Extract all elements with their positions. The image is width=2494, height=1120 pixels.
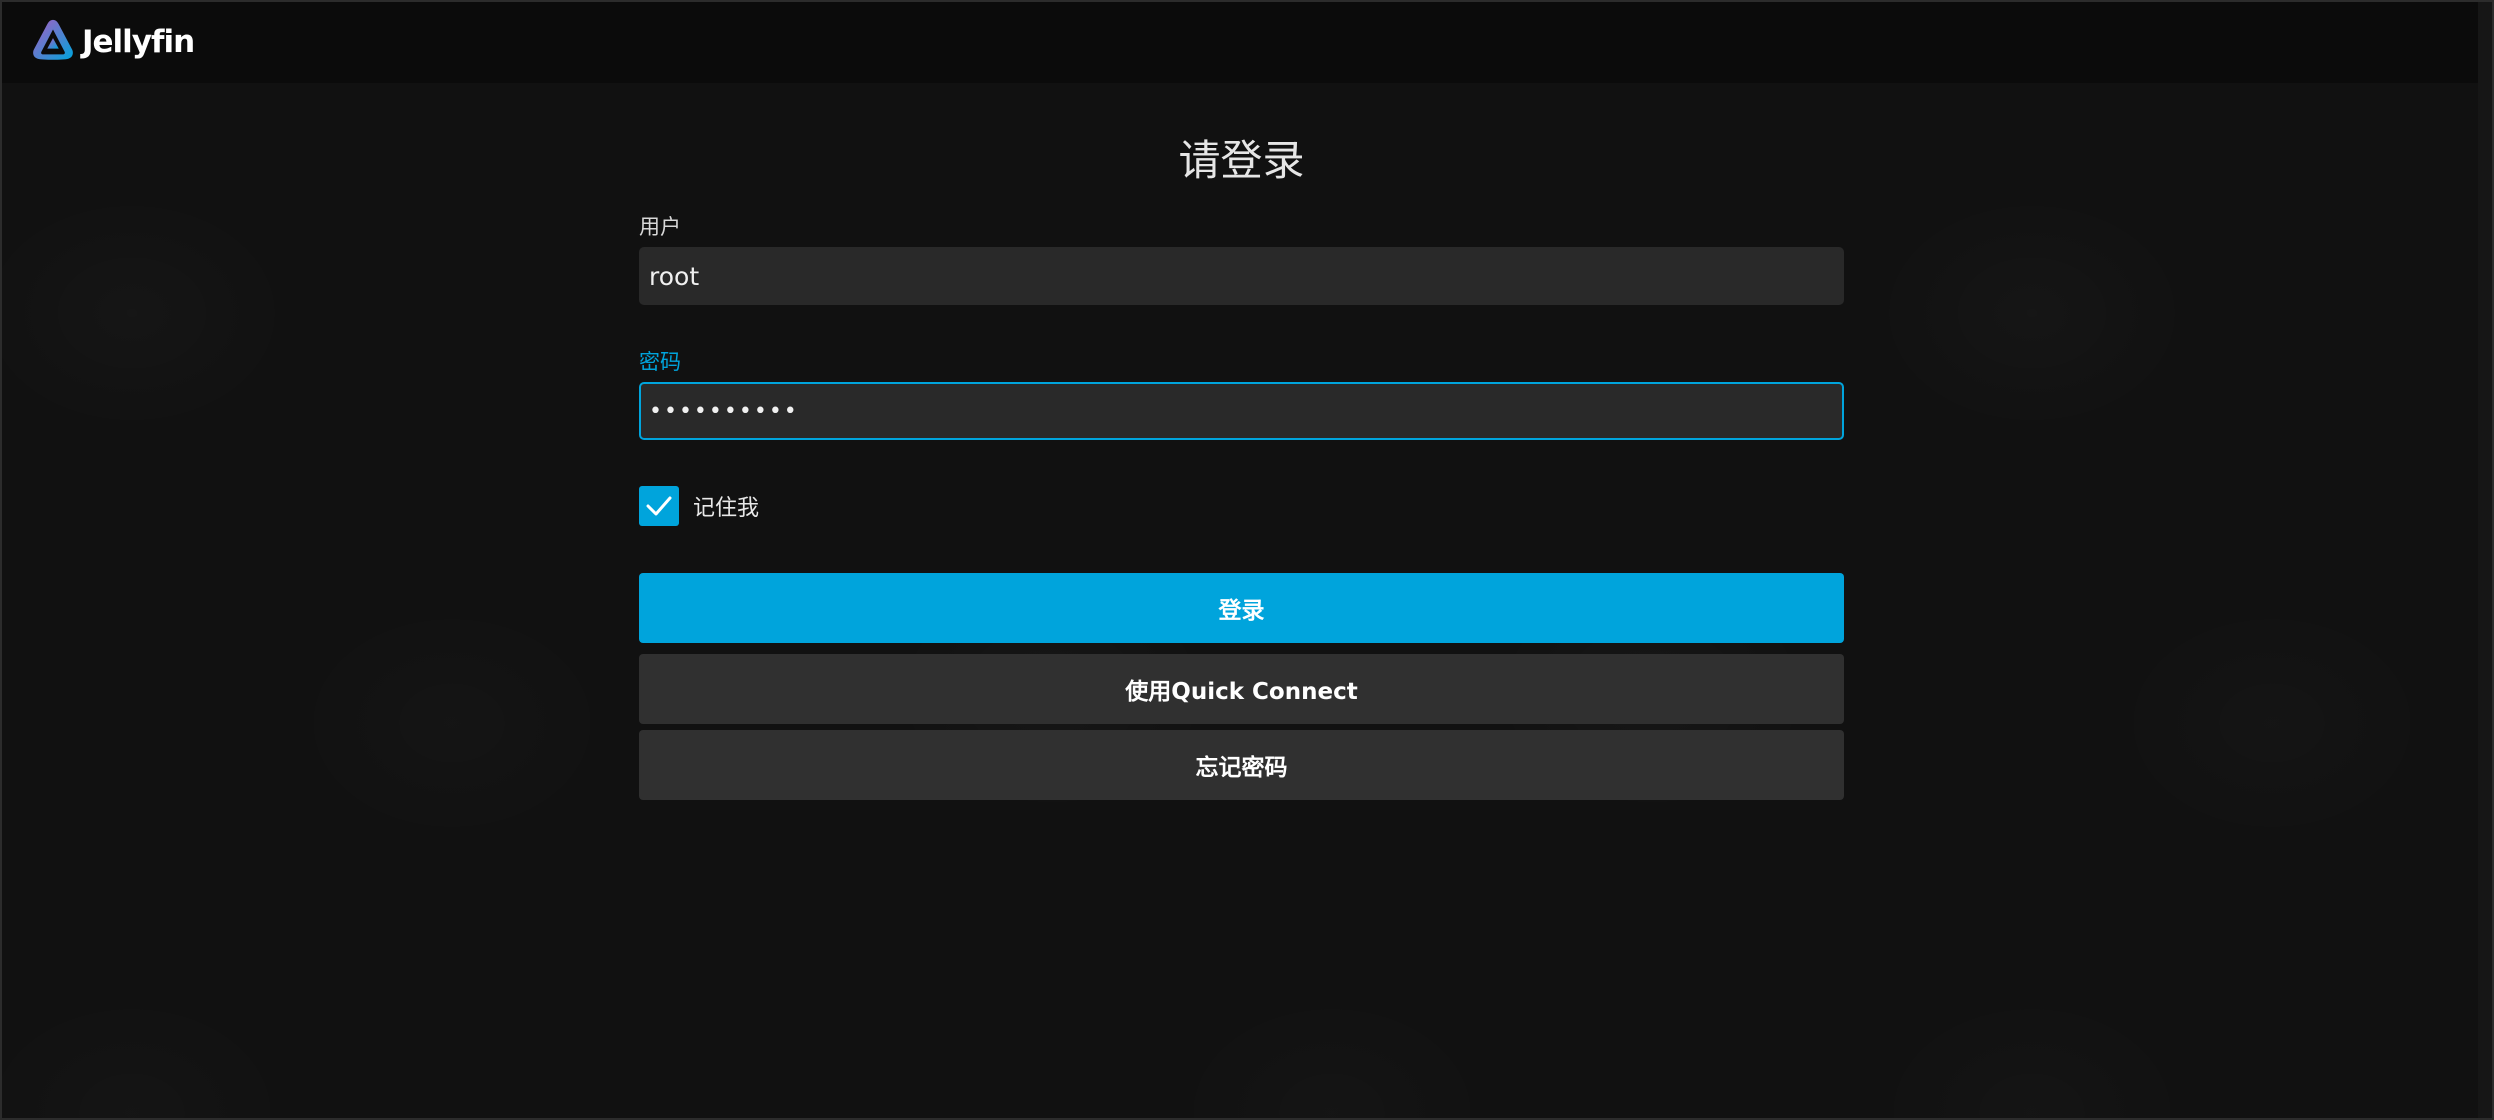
remember-me-label: 记住我	[693, 496, 760, 521]
username-value: root	[649, 261, 700, 291]
jellyfin-logo-icon	[30, 17, 76, 67]
sign-in-button[interactable]: 登录	[639, 573, 1844, 643]
quick-connect-button[interactable]: 使用Quick Connect	[639, 654, 1844, 724]
brand-name: Jellyfin	[82, 24, 195, 60]
app-header: Jellyfin	[2, 2, 2492, 83]
password-field[interactable]: ••••••••••	[639, 382, 1844, 440]
page-title: 请登录	[1178, 136, 1305, 185]
home-logo[interactable]: Jellyfin	[30, 17, 195, 67]
browser-window: Jellyfin 请登录 用户 root 密码 •••••••••• 记住我 登…	[0, 0, 2494, 1120]
username-label: 用户	[639, 215, 681, 239]
checkmark-icon	[646, 496, 672, 516]
forgot-password-button[interactable]: 忘记密码	[639, 730, 1844, 800]
remember-me-checkbox[interactable]	[639, 486, 679, 526]
password-value: ••••••••••	[649, 398, 799, 424]
remember-me-row[interactable]: 记住我	[639, 486, 759, 526]
username-field[interactable]: root	[639, 247, 1844, 305]
password-label: 密码	[639, 350, 681, 374]
page-scrollbar[interactable]	[2478, 2, 2492, 1118]
